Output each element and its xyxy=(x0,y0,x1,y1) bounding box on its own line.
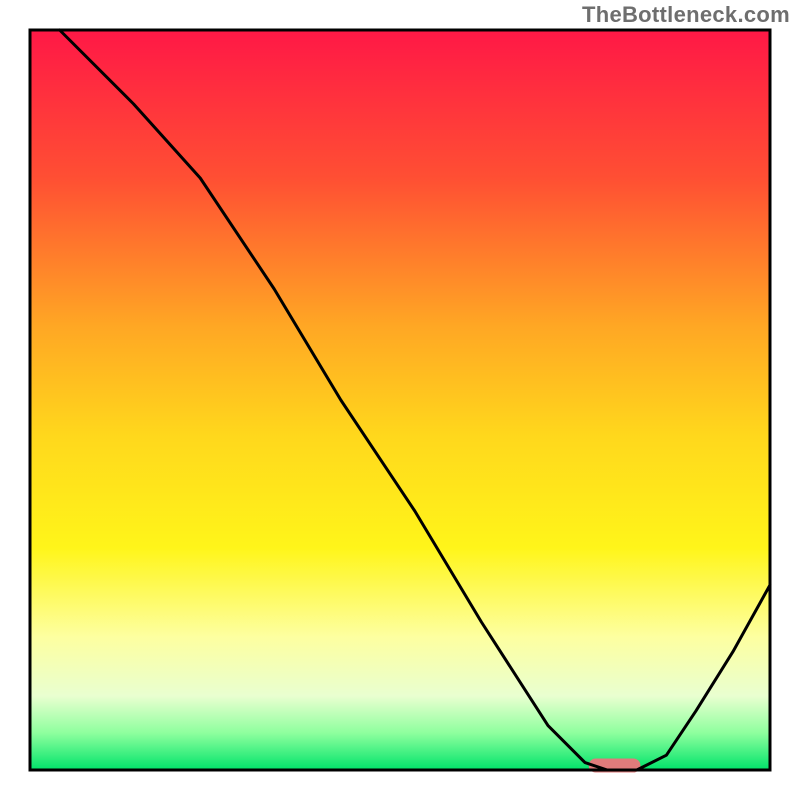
chart-stage: TheBottleneck.com xyxy=(0,0,800,800)
gradient-background xyxy=(30,30,770,770)
watermark-text: TheBottleneck.com xyxy=(582,2,790,28)
bottleneck-chart xyxy=(0,0,800,800)
